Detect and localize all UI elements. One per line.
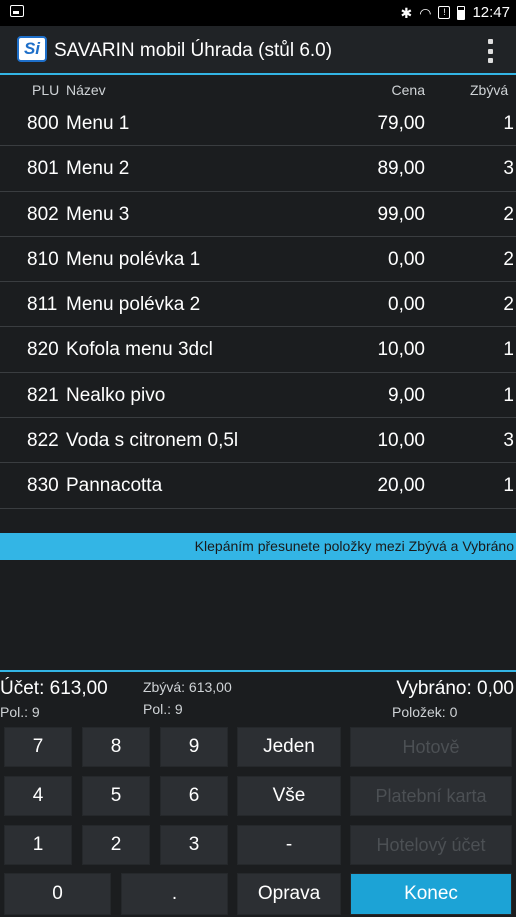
hint-text: Klepáním přesunete položky mezi Zbývá a … [194, 538, 514, 554]
app-bar: Si SAVARIN mobil Úhrada (stůl 6.0) [0, 26, 516, 75]
all-button[interactable]: Vše [237, 776, 341, 816]
row-plu: 821 [27, 384, 59, 406]
key-9[interactable]: 9 [160, 727, 228, 767]
row-plu: 801 [27, 158, 59, 180]
row-plu: 830 [27, 475, 59, 497]
key-3[interactable]: 3 [160, 825, 228, 865]
key-1[interactable]: 1 [4, 825, 72, 865]
table-row[interactable]: 811 Menu polévka 2 0,00 2 [0, 282, 516, 328]
selected-items: Položek: 0 [392, 704, 458, 720]
summary-panel: Účet: 613,00 Pol.: 9 Zbývá: 613,00 Pol.:… [0, 670, 516, 725]
row-price: 9,00 [388, 384, 425, 406]
finish-button[interactable]: Konec [350, 873, 512, 915]
account-items: Pol.: 9 [0, 704, 40, 720]
row-name: Menu 1 [66, 113, 130, 134]
row-price: 0,00 [388, 248, 425, 270]
row-remaining: 3 [503, 430, 514, 452]
row-plu: 810 [27, 248, 59, 270]
item-list: 800 Menu 1 79,00 1 801 Menu 2 89,00 3 802 Menu … [0, 101, 516, 509]
key-6[interactable]: 6 [160, 776, 228, 816]
row-price: 79,00 [377, 113, 425, 134]
minus-button[interactable]: - [237, 825, 341, 865]
key-7[interactable]: 7 [4, 727, 72, 767]
bluetooth-icon: ✱ [400, 4, 413, 21]
header-price: Cena [391, 82, 425, 98]
row-name: Menu polévka 2 [66, 294, 201, 316]
row-name: Voda s citronem 0,5l [66, 430, 239, 452]
status-time: 12:47 [472, 4, 510, 21]
row-name: Kofola menu 3dcl [66, 339, 213, 361]
battery-icon [457, 5, 466, 20]
notification-icon: ! [438, 6, 451, 19]
table-row[interactable]: 802 Menu 3 99,00 2 [0, 192, 516, 237]
table-row[interactable]: 820 Kofola menu 3dcl 10,00 1 [0, 327, 516, 373]
row-plu: 822 [27, 430, 59, 452]
account-total: Účet: 613,00 [0, 678, 108, 699]
row-price: 20,00 [377, 475, 425, 497]
table-row[interactable]: 821 Nealko pivo 9,00 1 [0, 373, 516, 419]
row-name: Menu 2 [66, 158, 130, 180]
row-plu: 800 [27, 113, 59, 134]
row-name: Menu 3 [66, 203, 130, 225]
row-remaining: 3 [503, 158, 514, 180]
row-name: Nealko pivo [66, 384, 166, 406]
row-plu: 811 [27, 294, 58, 316]
row-price: 0,00 [388, 294, 425, 316]
table-row[interactable]: 822 Voda s citronem 0,5l 10,00 3 [0, 418, 516, 464]
row-remaining: 2 [503, 248, 514, 270]
one-button[interactable]: Jeden [237, 727, 341, 767]
row-plu: 820 [27, 339, 59, 361]
overflow-menu-icon[interactable] [488, 39, 494, 63]
row-remaining: 1 [503, 339, 514, 361]
wifi-icon: ◠ [419, 4, 432, 21]
key-4[interactable]: 4 [4, 776, 72, 816]
row-remaining: 1 [503, 113, 514, 134]
status-bar: ✱ ◠ ! 12:47 [0, 0, 516, 26]
key-5[interactable]: 5 [82, 776, 150, 816]
row-remaining: 1 [503, 384, 514, 406]
header-plu: PLU [32, 82, 60, 98]
table-row[interactable]: 830 Pannacotta 20,00 1 [0, 463, 516, 509]
key-0[interactable]: 0 [4, 873, 111, 915]
hint-bar: Klepáním přesunete položky mezi Zbývá a … [0, 533, 516, 560]
row-remaining: 2 [503, 294, 514, 316]
app-logo: Si [17, 36, 47, 62]
cash-button[interactable]: Hotově [350, 727, 512, 767]
remaining-items: Pol.: 9 [143, 701, 183, 717]
key-dot[interactable]: . [121, 873, 228, 915]
row-plu: 802 [27, 203, 59, 225]
key-2[interactable]: 2 [82, 825, 150, 865]
row-remaining: 2 [503, 203, 514, 225]
table-header: PLU Název Cena Zbývá [0, 77, 516, 101]
header-remaining: Zbývá [470, 82, 509, 98]
card-payment-button[interactable]: Platební karta [350, 776, 512, 816]
image-icon [10, 5, 24, 17]
status-icons: ✱ ◠ ! 12:47 [401, 4, 511, 21]
row-price: 89,00 [377, 158, 425, 180]
hotel-account-button[interactable]: Hotelový účet [350, 825, 512, 865]
remaining-total: Zbývá: 613,00 [143, 679, 232, 695]
row-remaining: 1 [503, 475, 514, 497]
table-row[interactable]: 801 Menu 2 89,00 3 [0, 146, 516, 192]
key-8[interactable]: 8 [82, 727, 150, 767]
row-name: Pannacotta [66, 475, 163, 497]
row-name: Menu polévka 1 [66, 248, 201, 270]
selected-total: Vybráno: 0,00 [396, 678, 514, 699]
header-name: Název [66, 82, 106, 98]
row-price: 99,00 [377, 203, 425, 225]
row-price: 10,00 [377, 339, 425, 361]
table-row[interactable]: 800 Menu 1 79,00 1 [0, 101, 516, 147]
correction-button[interactable]: Oprava [237, 873, 341, 915]
app-title: SAVARIN mobil Úhrada (stůl 6.0) [54, 40, 333, 61]
table-row[interactable]: 810 Menu polévka 1 0,00 2 [0, 237, 516, 283]
row-price: 10,00 [377, 430, 425, 452]
